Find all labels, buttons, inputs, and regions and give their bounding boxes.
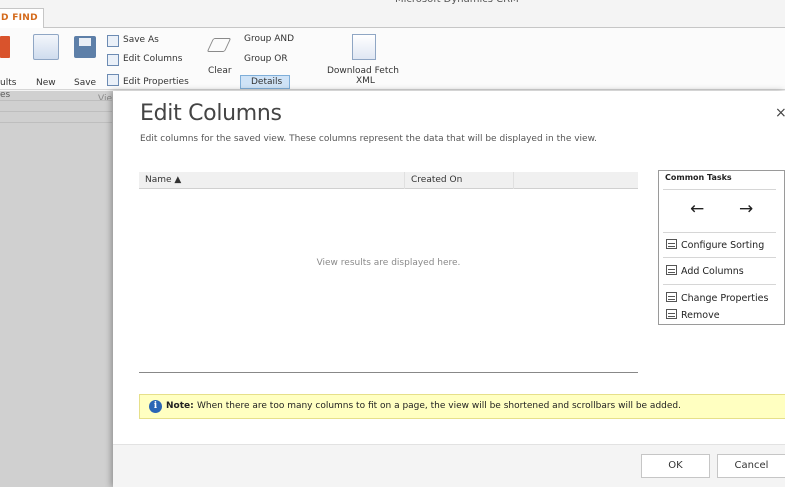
info-icon: i [149,400,162,413]
divider [663,189,776,190]
dialog-subtitle: Edit columns for the saved view. These c… [140,134,597,144]
add-columns-icon [666,265,677,275]
task-label: Configure Sorting [681,240,765,251]
column-header-created-on[interactable]: Created On [405,172,514,189]
edit-columns-button[interactable]: Edit Columns [123,54,182,64]
properties-icon [666,292,677,302]
group-or-button[interactable]: Group OR [244,54,288,64]
app-title: Microsoft Dynamics CRM [395,0,519,8]
grid-header: Name ▲ Created On [139,172,638,189]
xml-icon [352,34,376,60]
arrow-left-icon[interactable]: ← [690,199,704,219]
ok-button[interactable]: OK [641,454,710,478]
eraser-icon [206,38,232,52]
download-fetch-xml-label: XML [356,76,375,86]
save-as-icon [107,35,119,47]
note-label: Note: [166,401,194,411]
download-fetch-button[interactable]: Download Fetch [327,66,399,76]
edit-properties-icon [107,74,119,86]
change-properties-button[interactable]: Change Properties [666,292,768,305]
edit-columns-dialog: Edit Columns × Edit columns for the save… [113,91,785,487]
remove-icon [666,309,677,319]
save-button[interactable]: Save [74,78,96,88]
save-as-button[interactable]: Save As [123,35,159,45]
cancel-button[interactable]: Cancel [717,454,785,478]
task-label: Add Columns [681,266,744,277]
ribbon-tabbar: D FIND [0,8,785,29]
divider [663,257,776,258]
modal-overlay [0,91,113,487]
save-icon [74,36,96,58]
column-header-empty [514,172,638,189]
configure-sorting-button[interactable]: Configure Sorting [666,239,764,252]
ribbon: ults New Save Save As Edit Columns Edit … [0,28,785,104]
grid-empty-message: View results are displayed here. [316,258,461,268]
note-text: When there are too many columns to fit o… [197,401,681,411]
edit-columns-icon [107,54,119,66]
group-and-button[interactable]: Group AND [244,34,294,44]
common-tasks-title: Common Tasks [665,173,732,182]
new-button[interactable]: New [36,78,56,88]
edit-properties-button[interactable]: Edit Properties [123,77,189,87]
column-header-name[interactable]: Name ▲ [139,172,405,189]
columns-grid: Name ▲ Created On View results are displ… [139,172,638,373]
common-tasks-panel: Common Tasks ← → Configure Sorting Add C… [658,170,785,325]
remove-button[interactable]: Remove [666,309,720,322]
results-button[interactable]: ults [0,78,16,88]
sort-icon [666,239,677,249]
divider [663,284,776,285]
tab-advanced-find[interactable]: D FIND [0,8,44,29]
new-icon [33,34,59,60]
results-icon [0,36,10,58]
task-label: Remove [681,310,720,321]
divider [663,232,776,233]
close-icon[interactable]: × [775,105,785,121]
add-columns-button[interactable]: Add Columns [666,265,744,278]
arrow-right-icon[interactable]: → [739,199,753,219]
dialog-footer: OK Cancel [113,444,785,487]
task-label: Change Properties [681,293,769,304]
clear-button[interactable]: Clear [208,66,232,76]
dialog-title: Edit Columns [140,101,282,126]
details-button[interactable]: Details [240,75,290,89]
note-banner: i Note: When there are too many columns … [139,394,785,419]
